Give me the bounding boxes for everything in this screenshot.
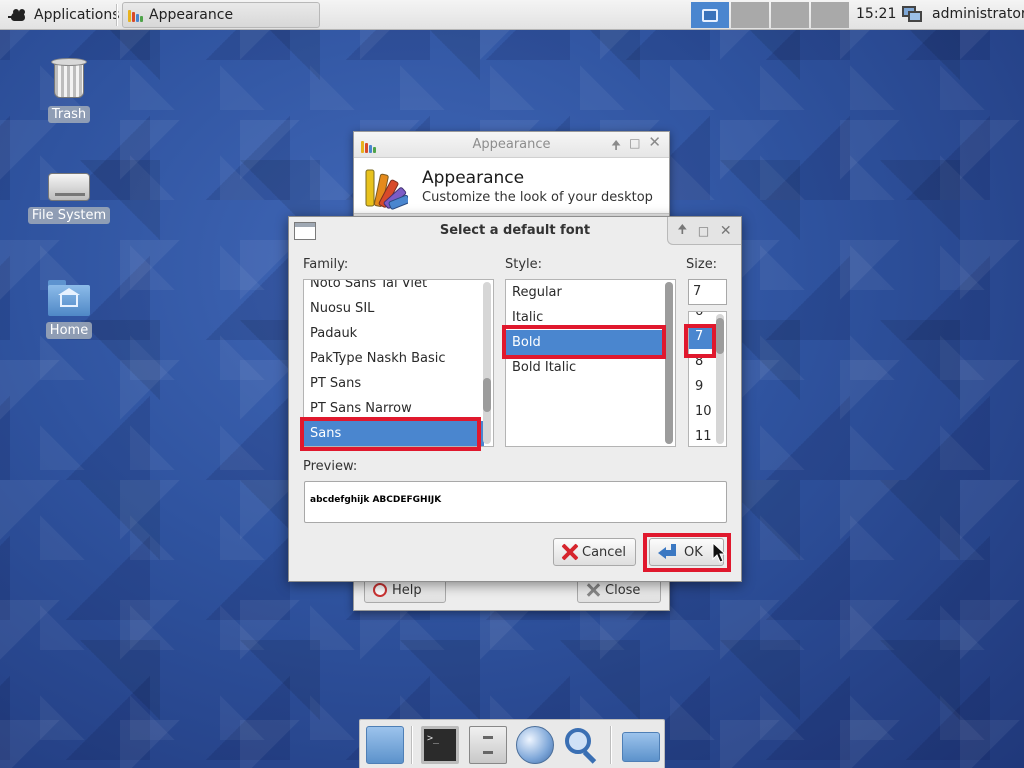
style-label: Style: (505, 257, 543, 272)
appearance-titlebar[interactable]: Appearance 🠉 □ ✕ (354, 132, 669, 158)
maximize-icon[interactable]: □ (629, 136, 640, 157)
network-icon[interactable] (900, 4, 924, 26)
size-scrollbar[interactable] (716, 314, 724, 444)
family-item[interactable]: Nuosu SIL (304, 296, 484, 321)
family-item-selected[interactable]: Sans (304, 421, 484, 446)
xfce-mouse-icon (8, 6, 28, 24)
user-menu[interactable]: administrator (932, 6, 1024, 22)
family-scrollbar[interactable] (483, 282, 491, 444)
workspace-2[interactable] (731, 2, 769, 28)
desktop-icon-home[interactable]: Home (24, 278, 114, 339)
taskbar-button-appearance[interactable]: Appearance (122, 2, 320, 28)
web-browser-icon[interactable] (516, 726, 554, 764)
workspace-switcher[interactable] (691, 2, 849, 28)
dock-separator (411, 726, 413, 764)
close-label: Close (605, 582, 641, 598)
desktop-icon-label: Home (45, 322, 93, 339)
show-desktop-icon[interactable] (366, 726, 404, 764)
keep-above-icon[interactable]: 🠉 (677, 220, 687, 241)
style-item[interactable]: Bold Italic (506, 355, 664, 380)
keep-above-icon[interactable]: 🠉 (611, 136, 621, 157)
size-item-selected[interactable]: 7 (689, 324, 715, 349)
appearance-palette-icon (127, 7, 143, 23)
size-list[interactable]: 6 7 8 9 10 11 (688, 311, 727, 447)
cancel-label: Cancel (582, 544, 627, 560)
cancel-icon (562, 544, 578, 560)
style-list[interactable]: Regular Italic Bold Bold Italic (505, 279, 676, 447)
applications-menu-button[interactable]: Applications (4, 3, 124, 27)
return-arrow-icon (658, 544, 678, 560)
top-panel: Applications Appearance 15:21 administra… (0, 0, 1024, 30)
desktop-icon-trash[interactable]: Trash (24, 56, 114, 123)
mouse-cursor-icon (712, 542, 726, 563)
app-finder-icon[interactable] (563, 726, 601, 764)
close-icon[interactable]: ✕ (720, 223, 732, 239)
panel-separator (116, 4, 118, 26)
appearance-header: Appearance Customize the look of your de… (354, 158, 669, 214)
close-icon[interactable]: ✕ (648, 135, 661, 157)
workspace-1[interactable] (691, 2, 729, 28)
maximize-icon[interactable]: □ (698, 224, 709, 238)
family-item[interactable]: Noto Sans Tai Viet (304, 280, 484, 296)
family-label: Family: (303, 257, 349, 272)
file-manager-icon[interactable] (469, 726, 507, 764)
desktop-icon-file-system[interactable]: File System (24, 163, 114, 224)
appearance-palette-icon (365, 169, 408, 210)
window-thumbnail-icon (702, 8, 718, 22)
help-icon (373, 583, 387, 597)
drive-icon (48, 173, 90, 201)
preview-text: abcdefghijk ABCDEFGHIJK (310, 495, 442, 505)
style-item[interactable]: Italic (506, 305, 664, 330)
dock-separator (610, 726, 612, 764)
applications-label: Applications (34, 7, 120, 23)
workspace-3[interactable] (771, 2, 809, 28)
help-label: Help (392, 582, 422, 598)
close-icon (586, 583, 600, 597)
style-scrollbar[interactable] (665, 282, 673, 444)
font-dialog-titlebar[interactable]: Select a default font 🠉 □ ✕ (289, 217, 741, 245)
clock[interactable]: 15:21 (856, 6, 896, 22)
family-item[interactable]: Padauk (304, 321, 484, 346)
style-item-selected[interactable]: Bold (506, 330, 664, 355)
font-chooser-dialog: Select a default font 🠉 □ ✕ Family: Styl… (288, 216, 742, 582)
cancel-button[interactable]: Cancel (553, 538, 636, 566)
family-item[interactable]: PT Sans Narrow (304, 396, 484, 421)
size-item[interactable]: 8 (689, 349, 715, 374)
terminal-icon[interactable] (421, 726, 459, 764)
folder-icon[interactable] (622, 732, 660, 762)
workspace-4[interactable] (811, 2, 849, 28)
appearance-subheading: Customize the look of your desktop (422, 190, 653, 205)
preview-box: abcdefghijk ABCDEFGHIJK (304, 481, 727, 523)
size-label: Size: (686, 257, 718, 272)
style-item[interactable]: Regular (506, 280, 664, 305)
size-item[interactable]: 10 (689, 399, 715, 424)
size-input[interactable]: 7 (688, 279, 727, 305)
trash-icon (51, 56, 87, 100)
family-item[interactable]: PT Sans (304, 371, 484, 396)
taskbar-button-label: Appearance (149, 7, 234, 23)
family-list[interactable]: Noto Sans Tai Viet Nuosu SIL Padauk PakT… (303, 279, 494, 447)
size-item[interactable]: 11 (689, 424, 715, 446)
desktop-icon-label: Trash (47, 106, 91, 123)
dock-panel (359, 719, 665, 768)
home-folder-icon (48, 280, 90, 316)
family-item[interactable]: PakType Naskh Basic (304, 346, 484, 371)
size-item[interactable]: 9 (689, 374, 715, 399)
appearance-heading: Appearance (422, 168, 525, 188)
size-item[interactable]: 6 (689, 312, 715, 324)
desktop-icon-label: File System (27, 207, 111, 224)
preview-label: Preview: (303, 459, 358, 474)
ok-label: OK (684, 544, 703, 560)
